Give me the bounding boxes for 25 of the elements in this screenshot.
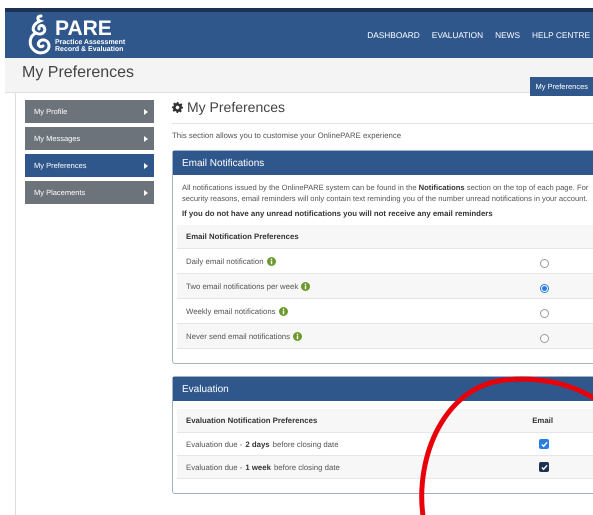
- checkbox[interactable]: [539, 439, 549, 449]
- radio-button[interactable]: [540, 309, 549, 318]
- nav-link[interactable]: HELP CENTRE: [532, 30, 590, 40]
- info-icon: [301, 282, 310, 290]
- panel-title: Email Notifications: [182, 158, 264, 168]
- radio-button[interactable]: [540, 334, 549, 343]
- nav-link[interactable]: EVALUATION: [432, 30, 484, 40]
- logo-title: PARE: [55, 18, 112, 38]
- info-icon: [278, 306, 288, 316]
- page-title: My Preferences: [22, 64, 134, 82]
- section-heading: My Preferences: [187, 99, 286, 115]
- radio-button[interactable]: [540, 259, 549, 268]
- caret-icon: [144, 162, 148, 168]
- caret-icon: [144, 190, 148, 196]
- radio-button[interactable]: [540, 284, 549, 293]
- caret-icon: [144, 136, 148, 142]
- panel-title: Evaluation: [182, 384, 229, 394]
- checkbox[interactable]: [539, 462, 549, 472]
- nav-link[interactable]: DASHBOARD: [367, 30, 420, 40]
- info-icon: [266, 256, 276, 266]
- logo-icon: [27, 14, 53, 56]
- gear-icon: [172, 102, 183, 112]
- info-icon: [293, 332, 302, 340]
- caret-icon: [144, 108, 148, 114]
- nav-link[interactable]: NEWS: [495, 30, 520, 40]
